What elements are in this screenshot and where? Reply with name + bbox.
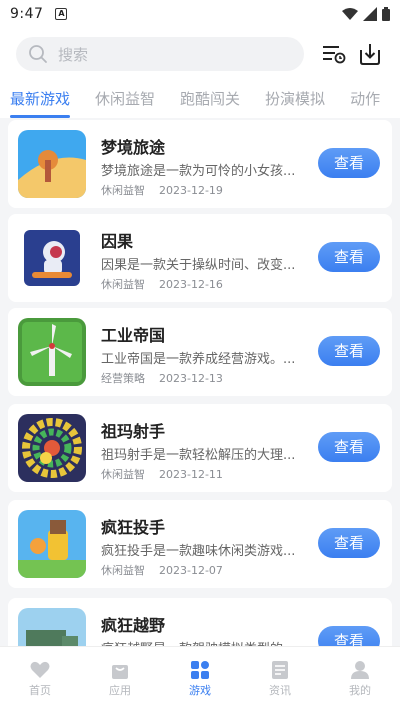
game-category: 休闲益智 [101,564,145,577]
dream-journey-icon [18,130,86,198]
bottom-nav: 首页 应用 游戏 资讯 我的 [0,646,400,710]
game-category: 休闲益智 [101,468,145,481]
nav-news[interactable]: 资讯 [240,647,320,710]
game-description: 梦境旅途是一款为可怜的小女孩... [101,164,296,179]
view-button[interactable]: 查看 [318,336,380,366]
game-date: 2023-12-07 [159,564,223,577]
game-card[interactable]: 疯狂越野 疯狂越野是一款驾驶模拟类型的... 查看 [8,598,392,646]
game-meta: 休闲益智 2023-12-11 [101,466,237,482]
view-button[interactable]: 查看 [318,626,380,646]
view-button[interactable]: 查看 [318,528,380,558]
bag-icon [112,665,128,679]
view-button[interactable]: 查看 [318,432,380,462]
nav-label: 应用 [109,684,131,697]
zuma-balls-icon [18,414,86,482]
game-category: 经营策略 [101,372,145,385]
grid-icon [191,661,209,679]
status-time: 9:47 [10,6,44,22]
notification-icon: A [55,8,68,20]
search-icon [29,45,47,63]
game-card[interactable]: 因果 因果是一款关于操纵时间、改变... 休闲益智 2023-12-16 查看 [8,214,392,302]
game-description: 疯狂越野是一款驾驶模拟类型的... [101,638,299,646]
game-title: 祖玛射手 [101,422,166,441]
nav-label: 资讯 [269,684,291,697]
status-bar: 9:47 A [0,0,400,28]
view-button[interactable]: 查看 [318,148,380,178]
game-title: 工业帝国 [101,326,166,345]
battery-icon [382,7,390,21]
game-meta: 经营策略 2023-12-13 [101,370,237,386]
tab-roleplay-sim[interactable]: 扮演模拟 [265,80,325,118]
game-description: 祖玛射手是一款轻松解压的大理... [101,448,296,463]
game-meta: 休闲益智 2023-12-19 [101,182,237,198]
game-card[interactable]: 梦境旅途 梦境旅途是一款为可怜的小女孩... 休闲益智 2023-12-19 查看 [8,120,392,208]
nav-profile[interactable]: 我的 [320,647,400,710]
search-input[interactable]: 搜索 [16,37,304,71]
nav-label: 首页 [29,684,51,697]
windmill-icon [18,318,86,386]
game-date: 2023-12-13 [159,372,223,385]
game-meta: 休闲益智 2023-12-07 [101,562,237,578]
tab-latest[interactable]: 最新游戏 [10,80,71,118]
nav-label: 游戏 [189,684,211,697]
game-card[interactable]: 疯狂投手 疯狂投手是一款趣味休闲类游戏... 休闲益智 2023-12-07 查看 [8,500,392,588]
game-list: 梦境旅途 梦境旅途是一款为可怜的小女孩... 休闲益智 2023-12-19 查看… [0,118,400,646]
game-card[interactable]: 工业帝国 工业帝国是一款养成经营游戏。... 经营策略 2023-12-13 查看 [8,308,392,396]
game-date: 2023-12-11 [159,468,223,481]
nav-apps[interactable]: 应用 [80,647,160,710]
signal-icon [363,7,377,21]
game-title: 疯狂越野 [101,616,166,635]
list-clock-icon [323,46,346,64]
tab-parkour[interactable]: 跑酷闯关 [180,80,240,118]
heart-icon [30,661,50,678]
game-description: 疯狂投手是一款趣味休闲类游戏... [101,544,296,559]
truck-icon [18,608,86,646]
game-meta: 休闲益智 2023-12-16 [101,276,237,292]
game-date: 2023-12-16 [159,278,223,291]
tab-casual-puzzle[interactable]: 休闲益智 [95,80,155,118]
user-icon [351,661,369,679]
game-category: 休闲益智 [101,278,145,291]
nav-games[interactable]: 游戏 [160,647,240,710]
astronaut-icon [18,224,86,292]
game-category: 休闲益智 [101,184,145,197]
game-title: 因果 [101,232,134,251]
nav-label: 我的 [349,684,371,697]
download-button[interactable] [356,40,384,68]
download-icon [360,44,380,65]
news-icon [272,661,288,679]
game-title: 疯狂投手 [101,518,166,537]
view-button[interactable]: 查看 [318,242,380,272]
tab-action[interactable]: 动作 [350,80,380,118]
nav-home[interactable]: 首页 [0,647,80,710]
category-tabs: 最新游戏 休闲益智 跑酷闯关 扮演模拟 动作 [0,80,400,118]
game-date: 2023-12-19 [159,184,223,197]
game-description: 因果是一款关于操纵时间、改变... [101,258,296,273]
wifi-icon [342,8,358,20]
game-description: 工业帝国是一款养成经营游戏。... [101,352,296,367]
pitcher-icon [18,510,86,578]
game-title: 梦境旅途 [101,138,166,157]
header: 搜索 [0,28,400,80]
search-placeholder: 搜索 [58,45,89,64]
history-filter-button[interactable] [320,40,348,68]
game-card[interactable]: 祖玛射手 祖玛射手是一款轻松解压的大理... 休闲益智 2023-12-11 查看 [8,404,392,492]
